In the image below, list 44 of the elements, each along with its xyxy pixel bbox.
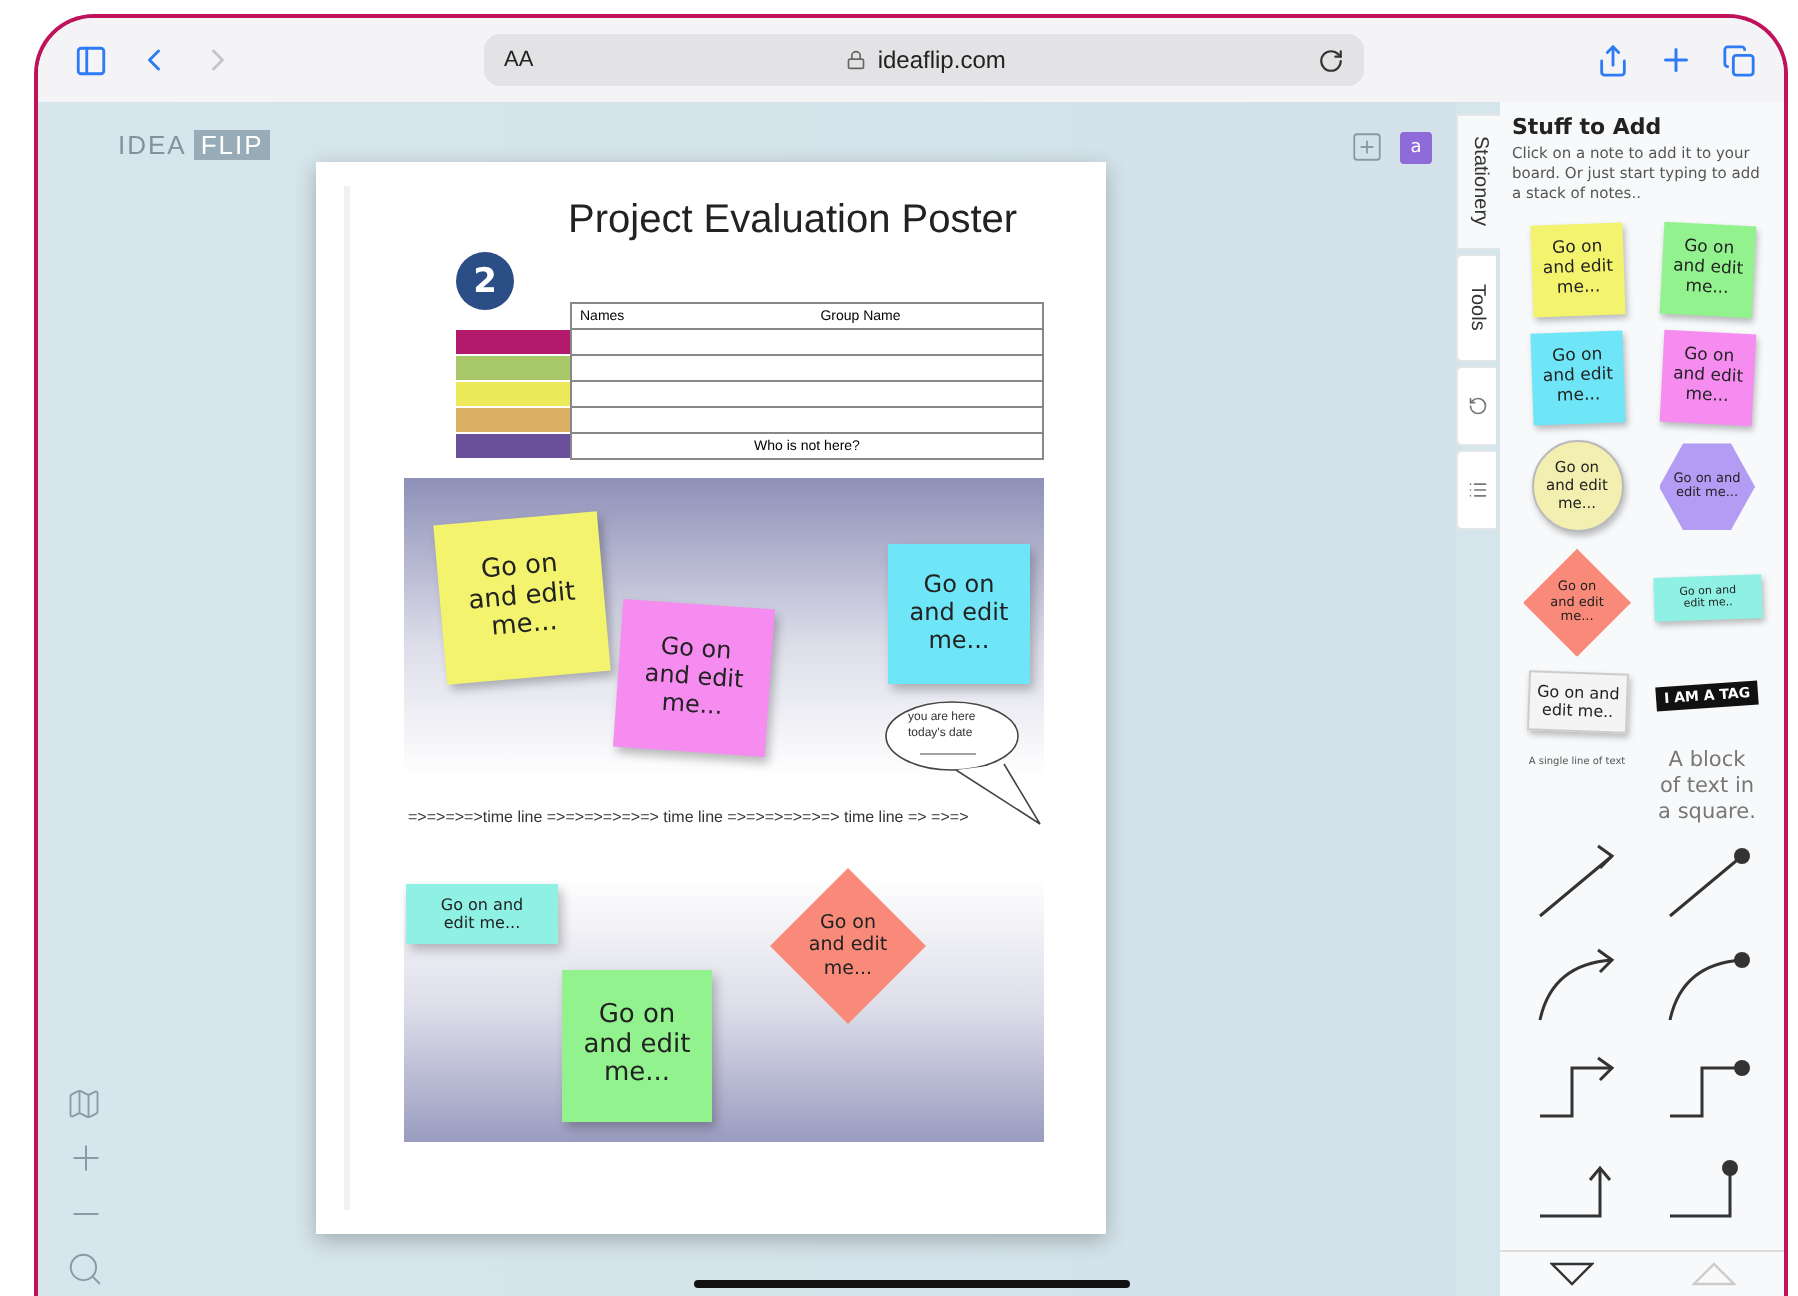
sticky-note[interactable]: Go on and edit me...: [406, 884, 558, 944]
undo-icon: [1467, 396, 1487, 416]
arrow-connector-icon[interactable]: [1539, 1057, 1614, 1118]
timeline-text: =>=>=>=>time line =>=>=>=>=>=> time line =>=>=>=>=>=> time line => =>=>: [408, 806, 971, 830]
side-tab[interactable]: Tools: [1456, 254, 1496, 362]
dot-connector-icon[interactable]: [1667, 952, 1749, 1021]
sticky-note[interactable]: Go on and edit me...: [1529, 331, 1625, 427]
scroll-down-icon[interactable]: [1549, 1262, 1593, 1286]
search-icon[interactable]: [66, 1250, 106, 1288]
side-tab[interactable]: Stationery: [1456, 114, 1502, 250]
text-size-button[interactable]: AA: [504, 48, 534, 72]
user-avatar[interactable]: a: [1400, 131, 1432, 163]
text-block[interactable]: A block of text in a square.: [1658, 748, 1756, 825]
reload-icon[interactable]: [1318, 47, 1344, 73]
add-icon[interactable]: [1350, 130, 1384, 164]
share-icon[interactable]: [1596, 43, 1630, 77]
dot-connector-icon[interactable]: [1669, 1160, 1737, 1218]
dot-connector-icon[interactable]: [1669, 1060, 1749, 1118]
address-bar[interactable]: AA ideaflip.com: [484, 34, 1364, 86]
lock-icon: [845, 50, 866, 70]
arrow-connector-icon[interactable]: [1539, 1165, 1611, 1218]
arrow-connector-icon[interactable]: [1538, 845, 1614, 918]
sticky-note[interactable]: Go on and edit me...: [433, 511, 611, 685]
dot-connector-icon[interactable]: [1668, 848, 1749, 918]
diamond-note[interactable]: Go on and edit me...: [770, 868, 926, 1024]
sticky-note[interactable]: Go on and edit me...: [562, 970, 712, 1122]
sticky-note[interactable]: Go on and edit me...: [613, 598, 775, 758]
arrow-connector-icon[interactable]: [1537, 949, 1614, 1021]
number-badge: 2: [456, 252, 514, 310]
sidebar-icon[interactable]: [74, 43, 108, 77]
sticky-note[interactable]: Go on and edit me...: [1658, 222, 1756, 320]
url-text: ideaflip.com: [877, 46, 1006, 74]
sticky-note[interactable]: Go on and edit me...: [1658, 330, 1756, 428]
side-tab[interactable]: [1456, 366, 1496, 446]
sticky-note[interactable]: Go on and edit me...: [888, 544, 1030, 684]
logo-badge: FLIP: [194, 130, 270, 160]
poster-title: Project Evaluation Poster: [568, 198, 1020, 244]
add-tab-icon[interactable]: [1658, 42, 1694, 78]
panel-title: Stuff to Add: [1512, 114, 1664, 140]
paper-note[interactable]: Go on and edit me..: [1526, 671, 1628, 735]
tabs-icon[interactable]: [1722, 43, 1756, 77]
side-tab[interactable]: [1456, 450, 1496, 530]
logo-text: IDEA: [118, 130, 187, 160]
sticky-note[interactable]: Go on and edit me...: [1529, 223, 1625, 319]
